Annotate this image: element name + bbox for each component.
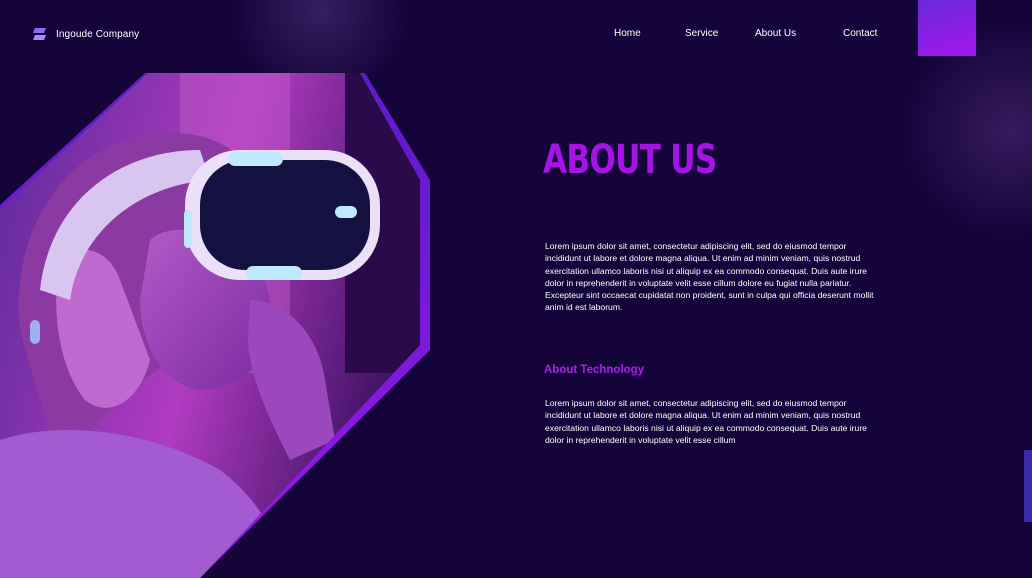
hero-vr-image bbox=[0, 73, 430, 578]
about-paragraph: Lorem ipsum dolor sit amet, consectetur … bbox=[545, 241, 874, 313]
nav-contact[interactable]: Contact bbox=[843, 28, 877, 39]
nav-service[interactable]: Service bbox=[685, 28, 718, 39]
main-nav: Home Service About Us Contact bbox=[0, 28, 1032, 42]
technology-paragraph: Lorem ipsum dolor sit amet, consectetur … bbox=[545, 398, 867, 445]
edge-accent-strip bbox=[1024, 450, 1032, 522]
about-title: ABOUT US bbox=[543, 137, 717, 183]
corner-accent-block bbox=[918, 0, 976, 56]
nav-about-us[interactable]: About Us bbox=[755, 28, 796, 39]
landing-page: Ingoude Company Home Service About Us Co… bbox=[0, 0, 1032, 578]
nav-home[interactable]: Home bbox=[614, 28, 641, 39]
about-technology-heading: About Technology bbox=[544, 364, 645, 376]
